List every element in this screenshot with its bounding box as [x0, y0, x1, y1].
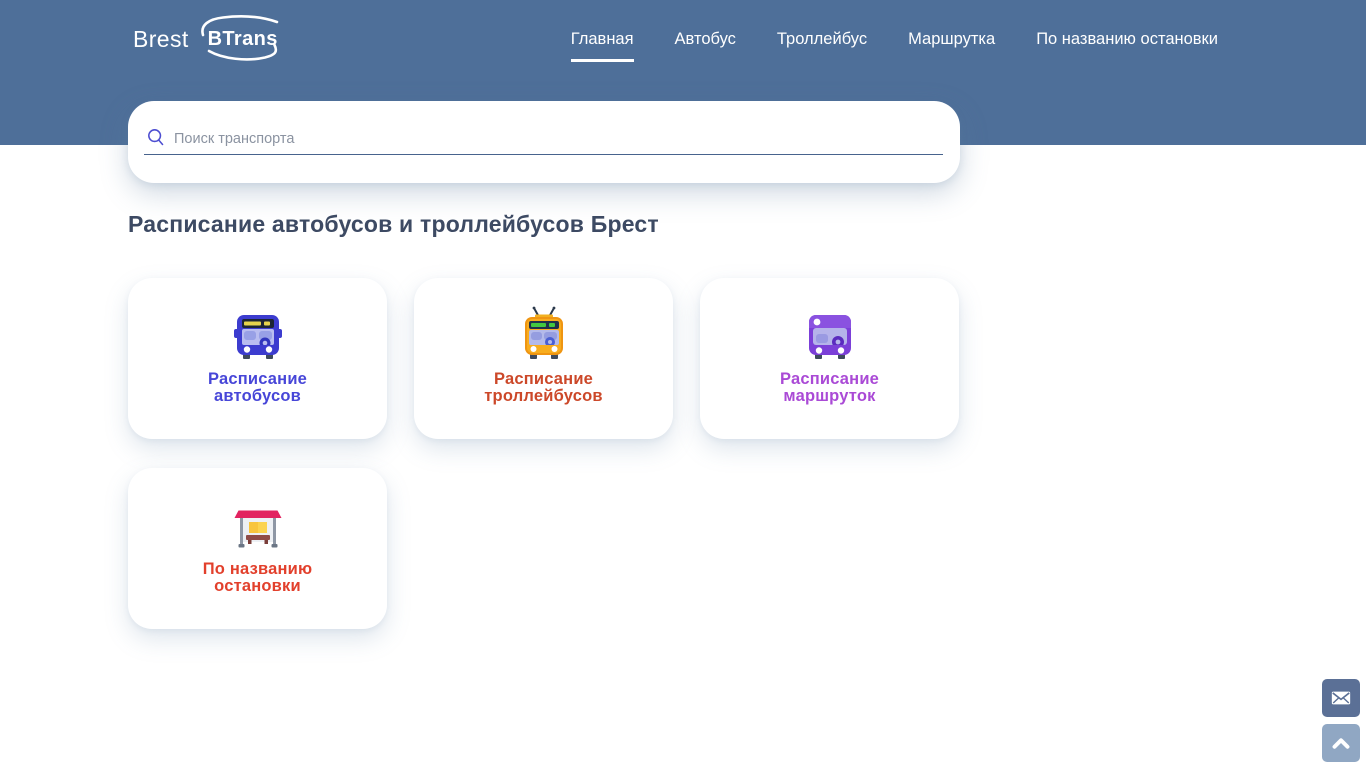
- schedule-cards: Расписание автобусов Расписание троллейб…: [128, 278, 960, 629]
- email-icon: [1330, 687, 1352, 709]
- nav-item-bus[interactable]: Автобус: [675, 30, 736, 49]
- card-stop-name-search[interactable]: По названию остановки: [128, 468, 387, 629]
- bus-stop-icon: [232, 500, 284, 550]
- scroll-to-top-button[interactable]: [1322, 724, 1360, 762]
- card-label: Расписание маршруток: [779, 370, 880, 405]
- page: Brest BTrans Главная Автобус Троллейбус …: [0, 0, 1366, 768]
- card-trolleybus-schedule[interactable]: Расписание троллейбусов: [414, 278, 673, 439]
- search-card: [128, 101, 960, 183]
- brand-logo[interactable]: Brest BTrans: [133, 13, 289, 65]
- trolleybus-icon: [520, 306, 568, 360]
- search-input[interactable]: [174, 131, 941, 147]
- nav-item-trolleybus[interactable]: Троллейбус: [777, 30, 867, 49]
- main-nav: Главная Автобус Троллейбус Маршрутка По …: [570, 0, 1218, 78]
- chevron-up-icon: [1328, 730, 1354, 756]
- nav-item-stop-name[interactable]: По названию остановки: [1036, 30, 1218, 49]
- brand-prefix: Brest: [133, 25, 189, 52]
- minibus-icon: [806, 310, 854, 360]
- search-row: [144, 127, 943, 155]
- card-bus-schedule[interactable]: Расписание автобусов: [128, 278, 387, 439]
- card-label: Расписание троллейбусов: [484, 370, 603, 405]
- search-icon: [146, 127, 166, 147]
- nav-item-minibus[interactable]: Маршрутка: [908, 30, 995, 49]
- page-title: Расписание автобусов и троллейбусов Брес…: [128, 211, 659, 237]
- brand-mark: BTrans: [197, 13, 289, 65]
- email-button[interactable]: [1322, 679, 1360, 717]
- card-label: По названию остановки: [202, 560, 313, 595]
- card-minibus-schedule[interactable]: Расписание маршруток: [700, 278, 959, 439]
- brand-name: BTrans: [207, 27, 278, 50]
- card-label: Расписание автобусов: [207, 370, 308, 405]
- bus-icon: [233, 310, 282, 360]
- nav-item-home[interactable]: Главная: [570, 30, 634, 62]
